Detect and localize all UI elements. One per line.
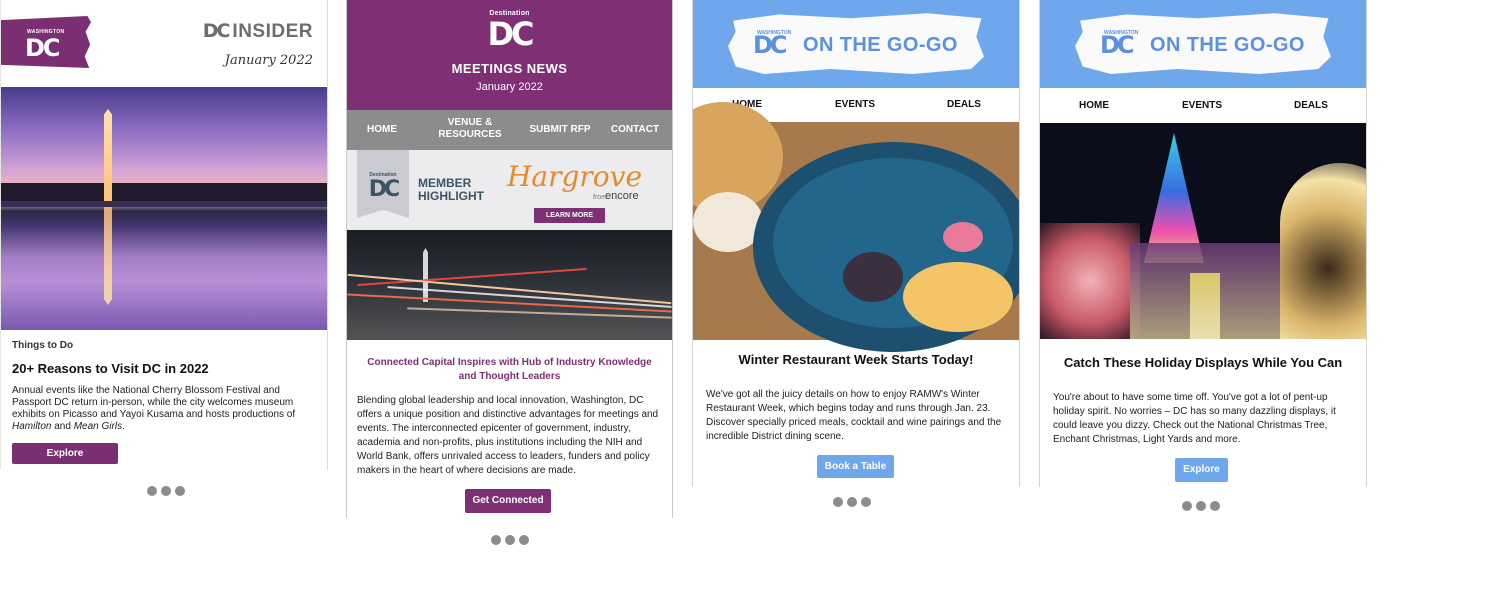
article-headline[interactable]: Connected Capital Inspires with Hub of I…: [357, 356, 662, 384]
category-label: Things to Do: [12, 340, 74, 351]
logo-dc-text: DC: [1100, 31, 1135, 59]
nav-deals[interactable]: DEALS: [947, 99, 981, 110]
body-text-mid: and: [51, 421, 74, 432]
body-italic-mean-girls: Mean Girls: [73, 421, 123, 432]
book-table-button[interactable]: Book a Table: [817, 455, 894, 478]
logo-go-go-text: ON THE GO-GO: [1150, 34, 1305, 56]
member-highlight-banner[interactable]: Destination DC MEMBER HIGHLIGHT Hargrove…: [347, 150, 672, 230]
lights-tunnel-right: [1280, 163, 1366, 339]
newsletter-title: MEETINGS NEWS: [451, 61, 568, 76]
hero-image-food-bowl: [693, 102, 1019, 352]
food-item-shape: [903, 262, 1013, 332]
nav-home[interactable]: HOME: [1079, 100, 1109, 111]
brand-encore-text: encore: [605, 190, 639, 202]
article-headline[interactable]: Catch These Holiday Displays While You C…: [1040, 355, 1366, 370]
flag-dc-text: DC: [368, 177, 400, 202]
monument-shape: [423, 248, 428, 302]
nav-contact[interactable]: CONTACT: [606, 124, 664, 136]
more-indicator: [147, 486, 185, 496]
monument-reflection: [104, 207, 112, 305]
brand-logo: WASHINGTON DC: [1, 16, 91, 68]
more-indicator: [833, 497, 871, 507]
explore-button[interactable]: Explore: [1175, 458, 1228, 482]
nav-home[interactable]: HOME: [359, 124, 405, 136]
email-header: WASHINGTON DC ON THE GO-GO: [693, 0, 1019, 88]
more-indicator: [491, 535, 529, 545]
destination-dc-flag: Destination DC: [357, 150, 409, 218]
flower-garnish-shape: [943, 222, 983, 252]
skyline-reflection: [1, 201, 327, 207]
logo-dc-text: DC: [25, 34, 61, 62]
nav-events[interactable]: EVENTS: [1182, 100, 1222, 111]
logo-dc-text: DC: [753, 31, 788, 59]
email-header: WASHINGTON DC ON THE GO-GO: [1040, 0, 1366, 88]
explore-button[interactable]: Explore: [12, 443, 118, 464]
article-body: We've got all the juicy details on how t…: [706, 389, 1002, 442]
email-header: WASHINGTON DC DC INSIDER January 2022: [1, 0, 327, 87]
on-the-go-go-restaurant-card: WASHINGTON DC ON THE GO-GO HOME EVENTS D…: [692, 0, 1020, 487]
logo-dc-text: DC: [487, 15, 534, 53]
hero-image-night-traffic: [347, 230, 672, 340]
hero-image-washington-monument: [1, 87, 327, 330]
nav-bar: HOME VENUE & RESOURCES SUBMIT RFP CONTAC…: [347, 110, 672, 150]
issue-date: January 2022: [224, 53, 313, 68]
highlight-label: HIGHLIGHT: [418, 189, 484, 203]
nav-venue-resources[interactable]: VENUE & RESOURCES: [433, 117, 507, 141]
logo-go-go-text: ON THE GO-GO: [803, 34, 958, 56]
article-body: You're about to have some time off. You'…: [1053, 392, 1336, 445]
issue-date: January 2022: [476, 81, 543, 93]
article-headline[interactable]: Winter Restaurant Week Starts Today!: [693, 352, 1019, 367]
learn-more-button[interactable]: LEARN MORE: [534, 208, 605, 223]
dc-insider-email-card: WASHINGTON DC DC INSIDER January 2022 Thi…: [0, 0, 328, 470]
article-body: Blending global leadership and local inn…: [357, 395, 659, 476]
meetings-news-email-card: Destination DC MEETINGS NEWS January 202…: [346, 0, 673, 518]
city-skyline: [1, 183, 327, 201]
hero-image-christmas-tree: [1040, 123, 1366, 339]
article-title[interactable]: 20+ Reasons to Visit DC in 2022: [12, 361, 209, 376]
body-italic-hamilton: Hamilton: [12, 421, 52, 432]
nav-submit-rfp[interactable]: SUBMIT RFP: [525, 124, 595, 136]
on-the-go-go-holiday-card: WASHINGTON DC ON THE GO-GO HOME EVENTS D…: [1039, 0, 1367, 487]
body-text-end: .: [122, 421, 125, 432]
nav-events[interactable]: EVENTS: [835, 99, 875, 110]
nav-deals[interactable]: DEALS: [1294, 100, 1328, 111]
more-indicator: [1182, 501, 1220, 511]
insider-wordmark: DC INSIDER: [203, 20, 313, 43]
monument-shape: [104, 109, 112, 201]
email-header: Destination DC MEETINGS NEWS January 202…: [347, 0, 672, 110]
hargrove-logo: Hargrove: [507, 160, 643, 193]
body-text: Annual events like the National Cherry B…: [12, 385, 296, 420]
insider-dc-text: DC: [202, 20, 231, 42]
get-connected-button[interactable]: Get Connected: [465, 489, 551, 513]
insider-word-text: INSIDER: [232, 21, 313, 42]
berries-shape: [843, 252, 903, 302]
light-streak: [347, 273, 672, 305]
member-highlight-label: MEMBER HIGHLIGHT: [418, 177, 484, 203]
lights-arch-left: [1040, 223, 1140, 339]
article-body: Annual events like the National Cherry B…: [12, 385, 317, 433]
walkway-shape: [1190, 273, 1220, 339]
